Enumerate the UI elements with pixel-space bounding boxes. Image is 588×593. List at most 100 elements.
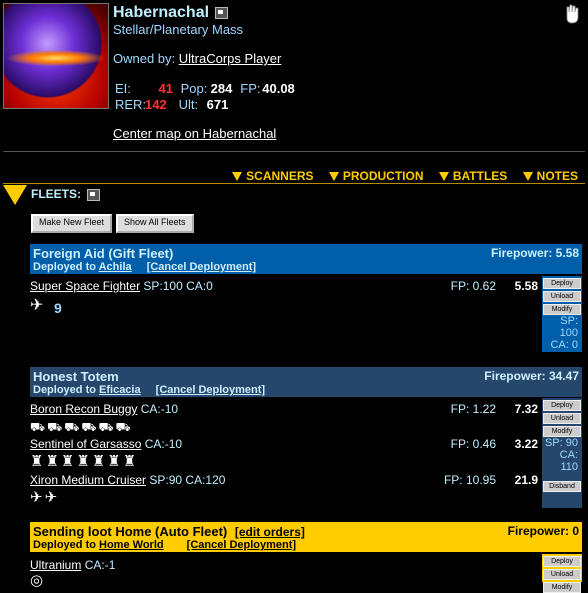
disband-button[interactable]: Disband — [543, 481, 581, 492]
buggy-icon: ⛟ — [81, 420, 97, 434]
buggy-icon: ⛟ — [115, 420, 131, 434]
fleet-sp: SP: 100 — [559, 315, 578, 339]
ship-fp-value: 21.9 — [514, 473, 538, 487]
triangle-down-icon — [328, 172, 339, 182]
modify-button[interactable]: Modify — [543, 304, 581, 315]
sentinel-icon: ♜ — [107, 453, 121, 470]
center-map-link[interactable]: Center map on Habernachal — [113, 126, 276, 141]
fleet-deployment: Deployed to Achila [Cancel Deployment] — [33, 261, 256, 273]
planet-image — [3, 3, 109, 109]
fleet-side-panel: Deploy Unload Modify SP: 100 CA: 0 Disba… — [542, 276, 582, 378]
sentinel-icon: ♜ — [60, 453, 75, 470]
deploy-button[interactable]: Deploy — [543, 556, 581, 567]
ship-name[interactable]: Ultranium CA:-1 — [30, 558, 115, 572]
deploy-button[interactable]: Deploy — [543, 278, 581, 289]
ei-value: 41 — [158, 81, 173, 96]
ship-icons: ◎ — [30, 573, 45, 589]
ship-icons: ⛟ ⛟ ⛟ ⛟ ⛟ ⛟ — [30, 419, 133, 435]
ship-name[interactable]: Xiron Medium Cruiser SP:90 CA:120 — [30, 473, 225, 487]
ship-name[interactable]: Boron Recon Buggy CA:-10 — [30, 402, 178, 416]
fleet-title: Foreign Aid (Gift Fleet) — [33, 246, 174, 261]
triangle-down-icon — [232, 172, 243, 182]
cancel-deployment-link[interactable]: [Cancel Deployment] — [156, 384, 265, 396]
fleets-header: FLEETS: — [3, 185, 100, 205]
fleet-header: Honest Totem Firepower: 34.47 Deployed t… — [30, 367, 582, 397]
ship-row: Super Space Fighter SP:100 CA:0 FP: 0.62… — [30, 279, 538, 294]
sentinel-icon: ♜ — [122, 453, 137, 470]
section-tabs: SCANNERS PRODUCTION BATTLES NOTES — [220, 169, 578, 183]
deploy-button[interactable]: Deploy — [543, 400, 581, 411]
modify-button[interactable]: Modify — [543, 582, 581, 593]
tab-battles[interactable]: BATTLES — [438, 169, 507, 183]
ship-icons: ✈ — [30, 298, 45, 314]
ship-name[interactable]: Sentinel of Garsasso CA:-10 — [30, 437, 182, 451]
buggy-icon: ⛟ — [30, 420, 46, 434]
ship-fp-value: 3.22 — [514, 437, 538, 451]
fleets-label: FLEETS: — [31, 187, 81, 202]
fleet-ca: CA: 110 — [559, 449, 578, 473]
info-icon[interactable] — [87, 189, 100, 201]
ship-row: Xiron Medium Cruiser SP:90 CA:120 FP: 10… — [30, 473, 538, 488]
ship-fp: FP: 1.22 — [450, 402, 496, 416]
cancel-deployment-link[interactable]: [Cancel Deployment] — [187, 539, 296, 551]
planet-title: Habernachal — [113, 4, 229, 22]
modify-button[interactable]: Modify — [543, 426, 581, 437]
sentinel-icon: ♜ — [45, 453, 59, 470]
ship-row: Sentinel of Garsasso CA:-10 FP: 0.46 3.2… — [30, 437, 538, 452]
info-icon[interactable] — [215, 6, 229, 19]
fleet-header: Sending loot Home (Auto Fleet) [edit ord… — [30, 522, 582, 552]
buggy-icon: ⛟ — [98, 420, 114, 434]
pop-value: 284 — [210, 81, 233, 96]
cruiser-icon: ✈ — [30, 489, 43, 506]
deployed-target-link[interactable]: Achila — [99, 261, 132, 273]
edit-orders-link[interactable]: [edit orders] — [235, 525, 305, 539]
show-all-fleets-button[interactable]: Show All Fleets — [116, 214, 194, 233]
sentinel-icon: ♜ — [91, 453, 106, 470]
tab-scanners[interactable]: SCANNERS — [232, 169, 314, 183]
ship-fp: FP: 0.46 — [450, 437, 496, 451]
deployed-label: Deployed to — [33, 539, 96, 551]
planet-stats: EI: 41 Pop: 284 FP: 40.08 RER:142 Ult: 671 — [115, 81, 295, 113]
buggy-icon: ⛟ — [64, 420, 80, 434]
fp-label: FP: — [240, 81, 261, 96]
unload-button[interactable]: Unload — [543, 413, 581, 424]
deployed-target-link[interactable]: Eficacia — [99, 384, 141, 396]
rer-value: 142 — [145, 97, 167, 112]
sentinel-icon: ♜ — [76, 453, 90, 470]
sentinel-icon: ♜ — [30, 453, 44, 470]
fleet-ca: CA: 0 — [550, 339, 578, 351]
pop-label: Pop: — [180, 81, 208, 96]
ult-label: Ult: — [178, 97, 199, 112]
fleet-deployment: Deployed to Eficacia [Cancel Deployment] — [33, 384, 265, 396]
owner-link[interactable]: UltraCorps Player — [179, 51, 282, 66]
fleets-triangle-icon[interactable] — [3, 185, 27, 205]
ship-fp-value: 5.58 — [514, 279, 538, 293]
make-new-fleet-button[interactable]: Make New Fleet — [31, 214, 113, 233]
deployed-target-link[interactable]: Home World — [99, 539, 164, 551]
ship-icons: ♜ ♜ ♜ ♜ ♜ ♜ ♜ — [30, 454, 138, 470]
fp-value: 40.08 — [262, 81, 295, 96]
unload-button[interactable]: Unload — [543, 569, 581, 580]
planet-type: Stellar/Planetary Mass — [113, 22, 244, 37]
fleet-sp: SP: 90 — [544, 437, 578, 449]
rer-label: RER: — [115, 97, 147, 112]
ship-row: Ultranium CA:-1 — [30, 558, 538, 573]
fleet-side-panel: Deploy Unload Modify SP: 90 CA: 110 Disb… — [542, 398, 582, 508]
ship-fp: FP: 0.62 — [450, 279, 496, 293]
tab-notes[interactable]: NOTES — [522, 169, 578, 183]
tab-production[interactable]: PRODUCTION — [328, 169, 424, 183]
cruiser-icon: ✈ — [44, 489, 58, 506]
hand-icon[interactable] — [564, 3, 580, 25]
fighter-icon: ✈ — [30, 297, 44, 314]
buggy-icon: ⛟ — [47, 420, 63, 434]
triangle-down-icon — [438, 172, 449, 182]
cancel-deployment-link[interactable]: [Cancel Deployment] — [147, 261, 256, 273]
ship-icons: ✈ ✈ — [30, 490, 59, 506]
planet-name: Habernachal — [113, 4, 210, 21]
triangle-down-icon — [522, 172, 533, 182]
unload-button[interactable]: Unload — [543, 291, 581, 302]
fleet-title: Sending loot Home (Auto Fleet) [edit ord… — [33, 524, 305, 539]
ship-name[interactable]: Super Space Fighter SP:100 CA:0 — [30, 279, 213, 293]
owned-by: Owned by: UltraCorps Player — [113, 51, 281, 66]
ei-label: EI: — [115, 81, 131, 96]
